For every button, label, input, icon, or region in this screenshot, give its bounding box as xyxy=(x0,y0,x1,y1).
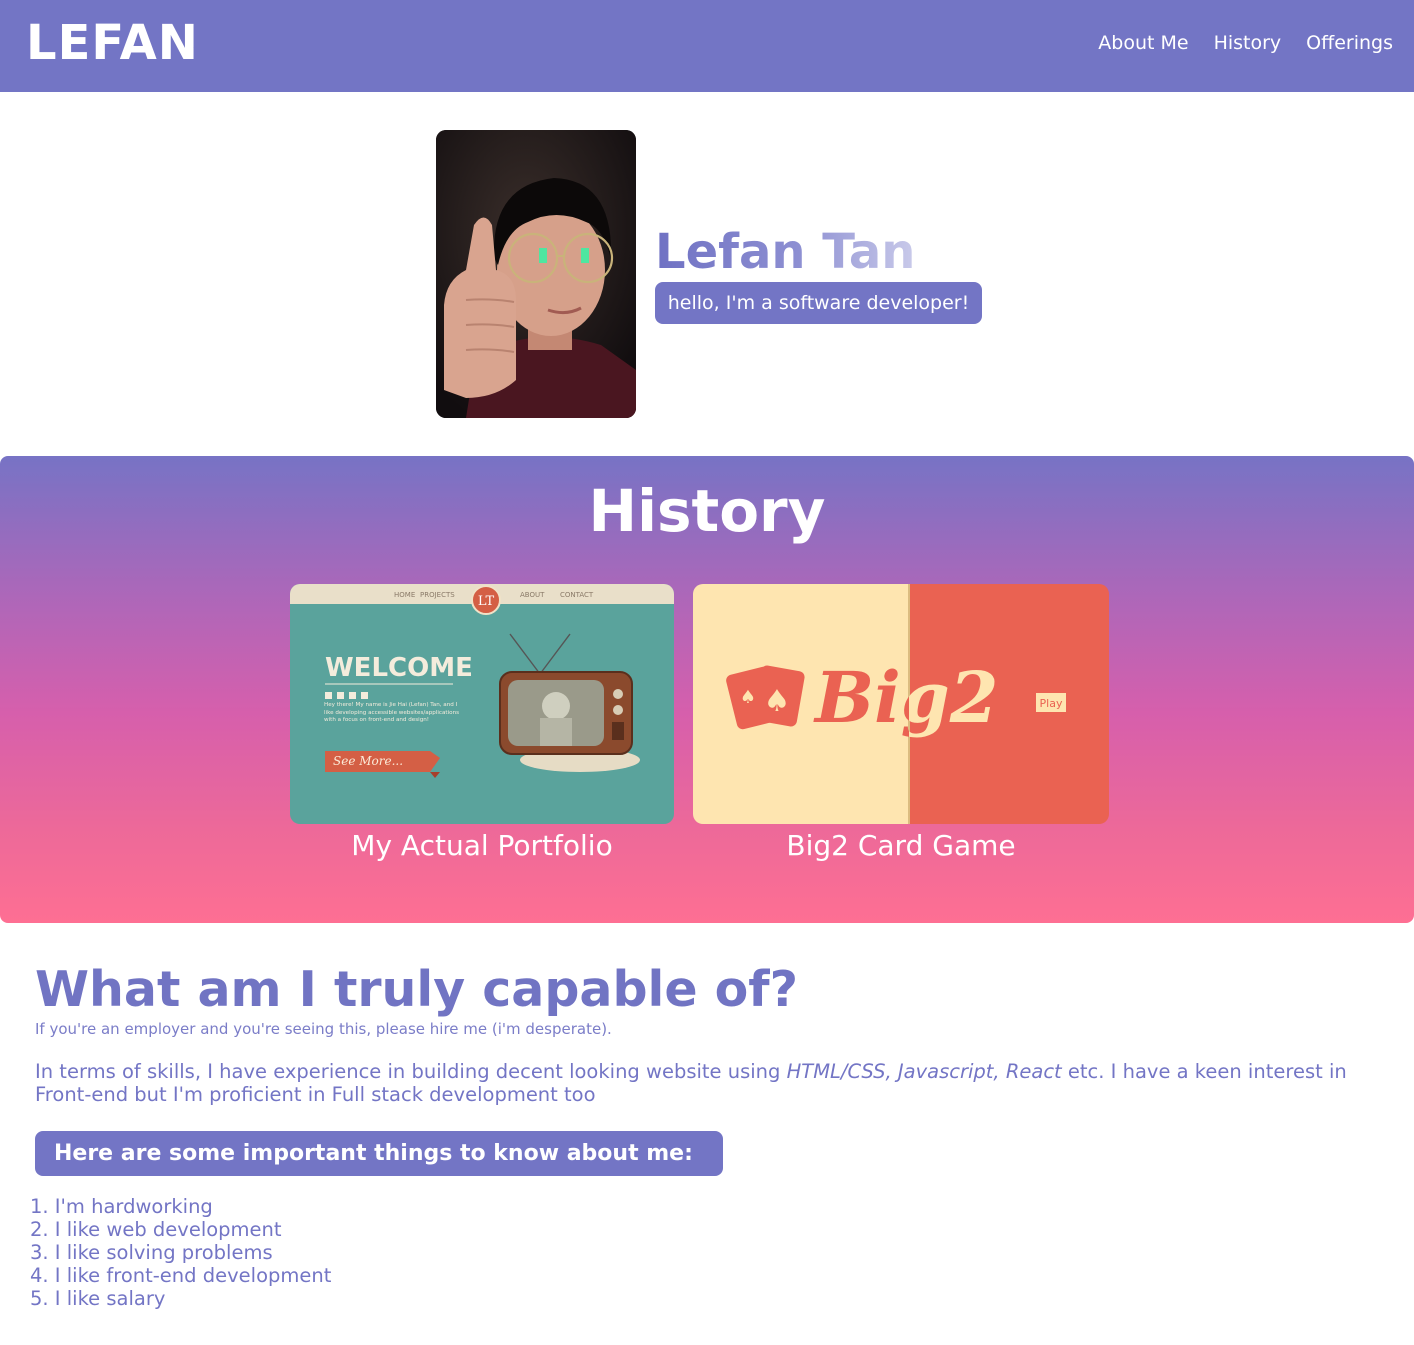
hero-name: Lefan Tan xyxy=(655,224,916,280)
list-item: 2. I like web development xyxy=(30,1218,282,1241)
thumb-nav-projects: PROJECTS xyxy=(420,591,455,599)
thumb-logo: LT xyxy=(478,594,495,609)
list-item: 4. I like front-end development xyxy=(30,1264,332,1287)
project-card-big2[interactable]: ♠ ♠ Big2 Big2 Play xyxy=(693,584,1109,824)
profile-photo xyxy=(436,130,636,418)
nav-link-offerings[interactable]: Offerings xyxy=(1306,30,1393,56)
svg-text:♠: ♠ xyxy=(740,687,756,708)
history-title: History xyxy=(588,477,826,545)
thumb-nav-contact: CONTACT xyxy=(560,591,594,599)
project-card-portfolio[interactable]: HOME PROJECTS ABOUT CONTACT LT WELCOME H… xyxy=(290,584,674,824)
project-caption-portfolio[interactable]: My Actual Portfolio xyxy=(290,828,674,864)
about-things-list: 1. I'm hardworking 2. I like web develop… xyxy=(30,1195,331,1310)
list-item: 3. I like solving problems xyxy=(30,1241,273,1264)
big2-thumbnail: ♠ ♠ Big2 Big2 Play xyxy=(693,584,1109,824)
about-title: What am I truly capable of? xyxy=(35,961,799,1018)
playing-cards-icon: ♠ ♠ xyxy=(726,665,805,730)
list-item: 1. I'm hardworking xyxy=(30,1195,213,1218)
site-logo[interactable]: LEFAN xyxy=(26,14,199,72)
about-paragraph: In terms of skills, I have experience in… xyxy=(35,1060,1375,1106)
about-subtitle: If you're an employer and you're seeing … xyxy=(35,1020,612,1038)
list-item: 5. I like salary xyxy=(30,1287,166,1310)
nav-link-history[interactable]: History xyxy=(1214,30,1282,56)
portfolio-thumbnail: HOME PROJECTS ABOUT CONTACT LT WELCOME H… xyxy=(290,584,674,824)
about-things-heading: Here are some important things to know a… xyxy=(35,1131,723,1176)
about-para-before: In terms of skills, I have experience in… xyxy=(35,1060,787,1083)
thumb-intro: Hey there! My name is Jie Hai (Lefan) Ta… xyxy=(324,702,460,723)
thumb-button: See More... xyxy=(333,754,403,768)
history-section: History HOME PROJECTS ABOUT CONTACT LT W… xyxy=(0,456,1414,923)
hero-tagline: hello, I'm a software developer! xyxy=(655,282,982,324)
thumb-nav-about: ABOUT xyxy=(520,591,545,599)
about-para-skills: HTML/CSS, Javascript, React xyxy=(786,1060,1062,1083)
svg-text:♠: ♠ xyxy=(764,684,791,719)
big2-play-button: Play xyxy=(1040,697,1063,710)
thumb-heading: WELCOME xyxy=(325,653,473,683)
nav-link-about-me[interactable]: About Me xyxy=(1098,30,1188,56)
project-caption-big2[interactable]: Big2 Card Game xyxy=(693,828,1109,864)
main-nav: About Me History Offerings xyxy=(1098,30,1393,56)
thumb-nav-home: HOME xyxy=(394,591,415,599)
site-header: LEFAN About Me History Offerings xyxy=(0,0,1414,92)
